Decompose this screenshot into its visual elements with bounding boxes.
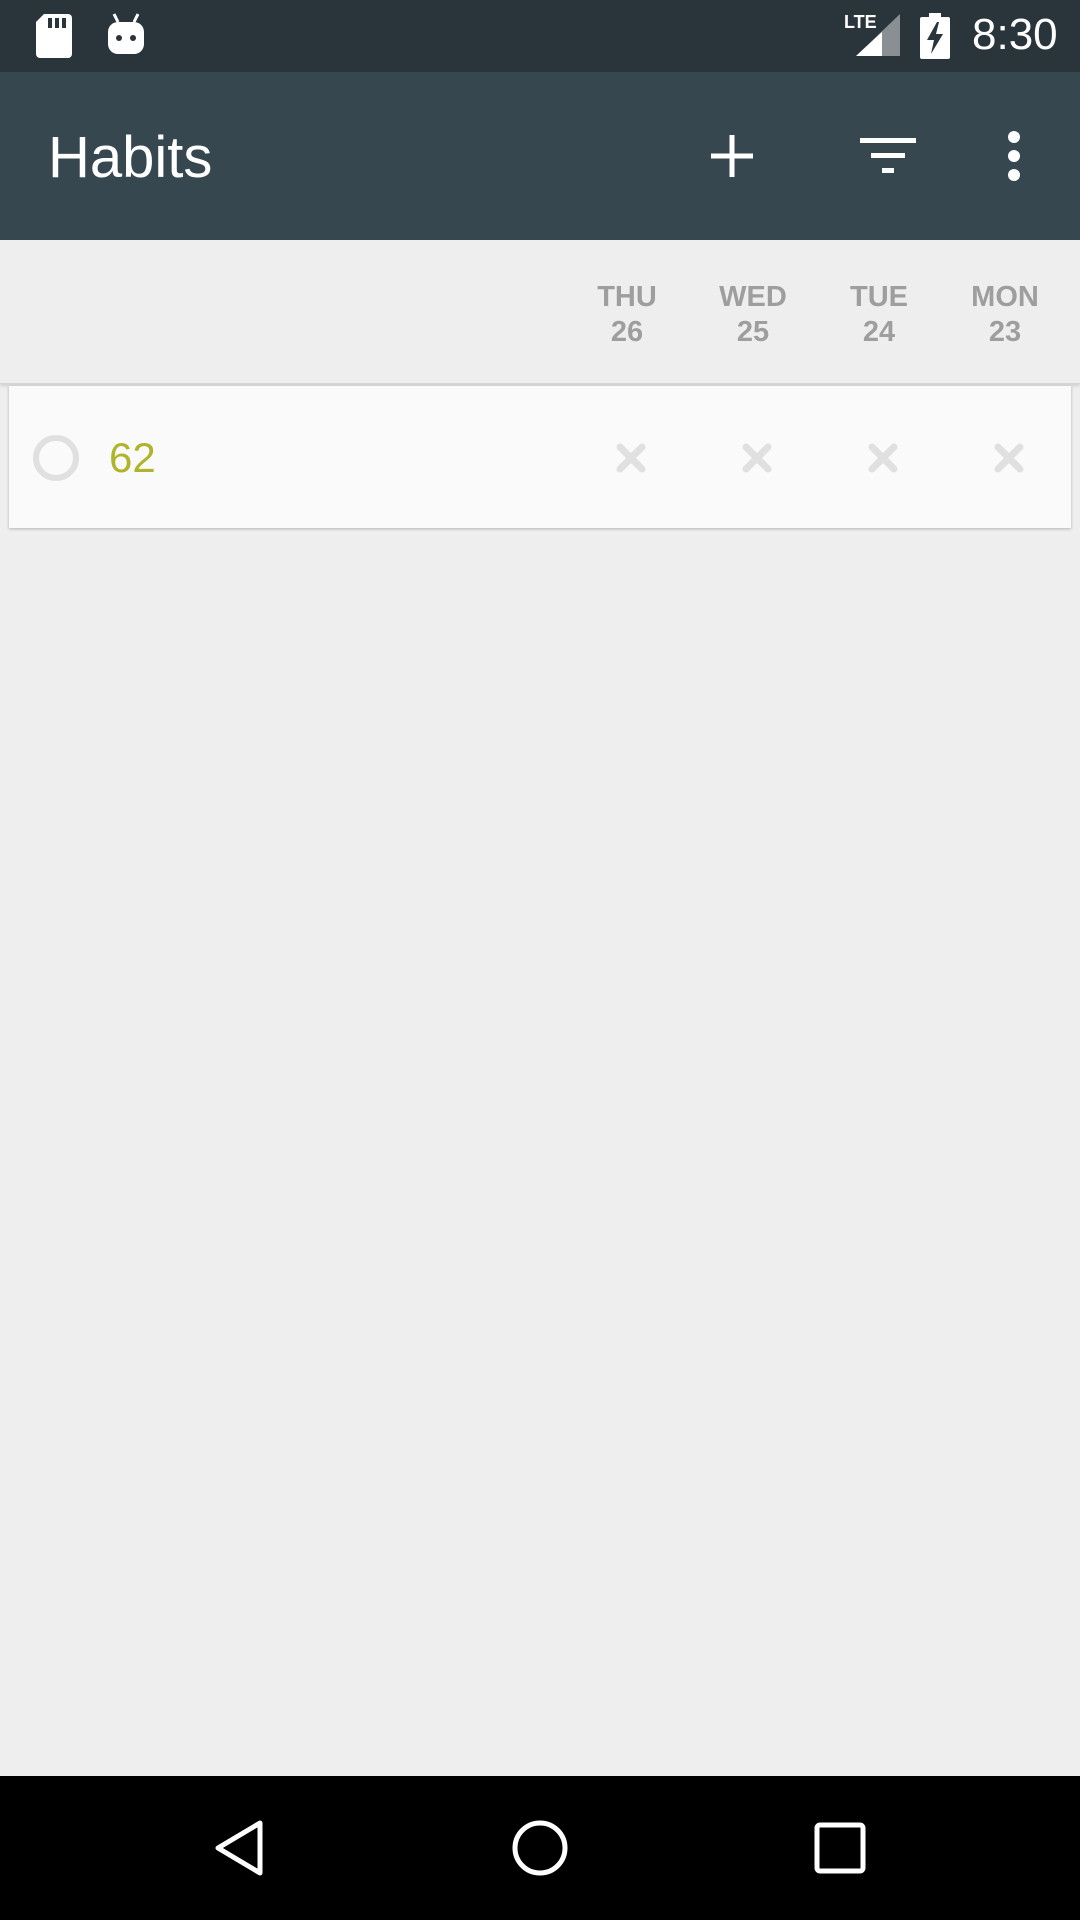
- recent-apps-button[interactable]: [790, 1798, 890, 1898]
- network-label: LTE: [844, 12, 877, 32]
- filter-button[interactable]: [840, 108, 936, 204]
- more-options-button[interactable]: [966, 108, 1062, 204]
- day-name: WED: [719, 281, 787, 313]
- home-button[interactable]: [490, 1798, 590, 1898]
- habit-check-toggle[interactable]: [987, 436, 1031, 480]
- day-number: 26: [610, 316, 644, 348]
- x-mark-icon: [868, 443, 898, 473]
- battery-charging-icon: [920, 13, 950, 64]
- day-number: 23: [988, 316, 1022, 348]
- habit-row[interactable]: 62: [9, 386, 1071, 528]
- day-number: 24: [862, 316, 896, 348]
- status-bar: LTE 8:30: [0, 0, 1080, 72]
- app-bar: Habits: [0, 72, 1080, 240]
- x-mark-icon: [742, 443, 772, 473]
- android-icon: [106, 12, 146, 61]
- day-column-header: THU 26: [572, 280, 682, 350]
- day-name: TUE: [850, 281, 908, 313]
- x-mark-icon: [616, 443, 646, 473]
- x-mark-icon: [994, 443, 1024, 473]
- day-name: MON: [971, 281, 1039, 313]
- habit-name: 62: [109, 434, 156, 481]
- home-icon: [512, 1820, 568, 1876]
- habit-check-toggle[interactable]: [861, 436, 905, 480]
- back-icon: [215, 1820, 263, 1876]
- status-clock: 8:30: [972, 10, 1058, 59]
- day-column-header: TUE 24: [824, 280, 934, 350]
- navigation-bar: [0, 1776, 1080, 1920]
- page-title: Habits: [48, 125, 213, 190]
- habit-check-toggle[interactable]: [735, 436, 779, 480]
- back-button[interactable]: [190, 1798, 290, 1898]
- habit-score-ring-icon: [33, 435, 79, 481]
- recent-apps-icon: [814, 1822, 866, 1874]
- day-column-header: MON 23: [950, 280, 1060, 350]
- day-column-header: WED 25: [698, 280, 808, 350]
- sd-card-icon: [36, 14, 72, 63]
- lte-signal-icon: LTE: [844, 12, 900, 63]
- day-number: 25: [736, 316, 770, 348]
- day-name: THU: [597, 281, 657, 313]
- day-header: THU 26 WED 25 TUE 24 MON 23: [0, 240, 1080, 384]
- habit-check-toggle[interactable]: [609, 436, 653, 480]
- add-habit-button[interactable]: [684, 108, 780, 204]
- add-icon: [711, 135, 753, 177]
- filter-icon: [860, 138, 916, 173]
- more-vert-icon: [1008, 131, 1020, 181]
